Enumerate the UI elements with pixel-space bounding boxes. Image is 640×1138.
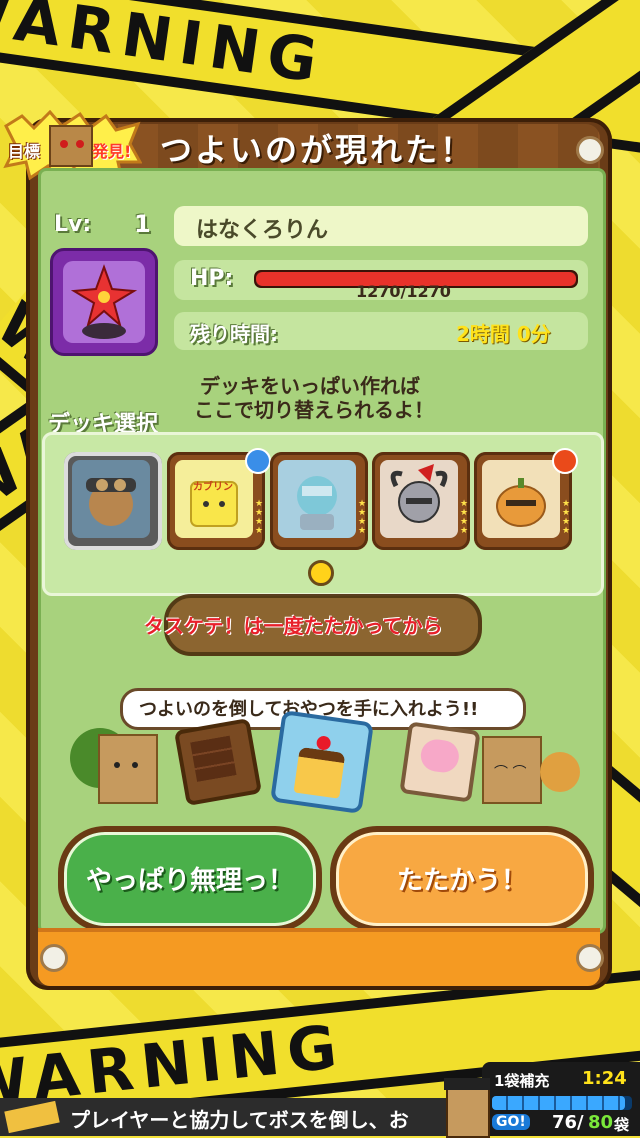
hp-label: HP:: [190, 266, 234, 291]
poinsettia-icon: [70, 264, 138, 339]
refill-label: 1袋補充: [494, 1072, 550, 1090]
hp-value: 1270/1270: [356, 282, 451, 301]
kaburin-label: カブリン: [193, 482, 233, 493]
goggle-girl-icon: [72, 460, 150, 538]
pudding-reward-icon: [270, 710, 374, 814]
pumpkin-icon: [482, 460, 560, 538]
dialog-footer: [38, 928, 600, 986]
water-element-icon: [245, 448, 271, 474]
retreat-button-label: やっぱり無理っ！: [85, 866, 294, 896]
boss-name-row: はなくろりん: [174, 206, 588, 246]
rarity-stars: ★ ★ ★ ★: [562, 499, 571, 536]
deck-hint-line2: ここで切り替えられるよ！: [194, 398, 434, 422]
fire-element-icon: [552, 448, 578, 474]
deck-card-4[interactable]: ★ ★ ★ ★: [372, 452, 470, 550]
time-label: 残り時間:: [190, 322, 278, 346]
badge-label-goal: 目標: [8, 142, 41, 161]
kaburin-icon: カブリン: [175, 460, 253, 538]
bags-separator: /: [577, 1112, 584, 1133]
deck-card-3[interactable]: ★ ★ ★ ★: [270, 452, 368, 550]
boss-name: はなくろりん: [196, 218, 329, 243]
ticker-text: プレイヤーと協力してボスを倒し、お: [70, 1108, 409, 1132]
level-label: Lv:: [54, 212, 92, 237]
rarity-stars: ★ ★ ★ ★: [460, 499, 469, 536]
retreat-button[interactable]: やっぱり無理っ！: [58, 826, 322, 932]
professor-mascot-icon: [444, 1078, 490, 1138]
bolt-icon: [576, 944, 604, 972]
cotton-candy-reward-icon: [399, 721, 481, 803]
rarity-stars: ★ ★ ★ ★: [358, 499, 367, 536]
go-badge: GO!: [492, 1114, 530, 1130]
level-value: 1: [134, 210, 151, 238]
bolt-icon: [40, 944, 68, 972]
bags-current: 76: [552, 1112, 578, 1133]
bag-mascot-right: ⌒ ⌒: [482, 736, 542, 804]
time-row: 残り時間: 2時間 0分: [174, 312, 588, 350]
bags-max: 80: [588, 1112, 614, 1133]
stamina-bar: [492, 1096, 632, 1110]
bag-mascot-left: [98, 734, 158, 804]
deck-card-1[interactable]: [64, 452, 162, 550]
deck-card-5[interactable]: ★ ★ ★ ★: [474, 448, 578, 550]
pencil-icon: [4, 1100, 60, 1134]
refill-time: 1:24: [582, 1068, 627, 1089]
chocolate-reward-icon: [173, 717, 263, 807]
bags-unit: 袋: [614, 1116, 630, 1134]
news-ticker[interactable]: プレイヤーと協力してボスを倒し、お: [0, 1098, 480, 1136]
hp-row: HP: 1270/1270: [174, 260, 588, 301]
bolt-icon: [576, 136, 604, 164]
fish-knight-icon: [278, 460, 356, 538]
bag-stamina-hud[interactable]: 1袋補充 1:24 GO! 76 / 80 袋: [482, 1062, 640, 1136]
time-remaining: 2時間 0分: [456, 322, 551, 346]
rarity-stars: ★ ★ ★ ★: [255, 499, 264, 536]
badge-label-found: 発見!: [92, 142, 132, 161]
horned-knight-icon: [380, 460, 458, 538]
nut-decoration: [540, 752, 580, 792]
fight-button[interactable]: たたかう！: [330, 826, 594, 932]
help-notice: タスケテ！は一度たたかってから: [144, 614, 443, 638]
deck-page-indicator[interactable]: [308, 560, 334, 586]
boss-portrait[interactable]: [50, 248, 158, 356]
fight-button-label: たたかう！: [396, 866, 527, 896]
dialog-title: つよいのが現れた！: [160, 131, 476, 169]
deck-card-2[interactable]: カブリン ★ ★ ★ ★: [167, 448, 271, 550]
